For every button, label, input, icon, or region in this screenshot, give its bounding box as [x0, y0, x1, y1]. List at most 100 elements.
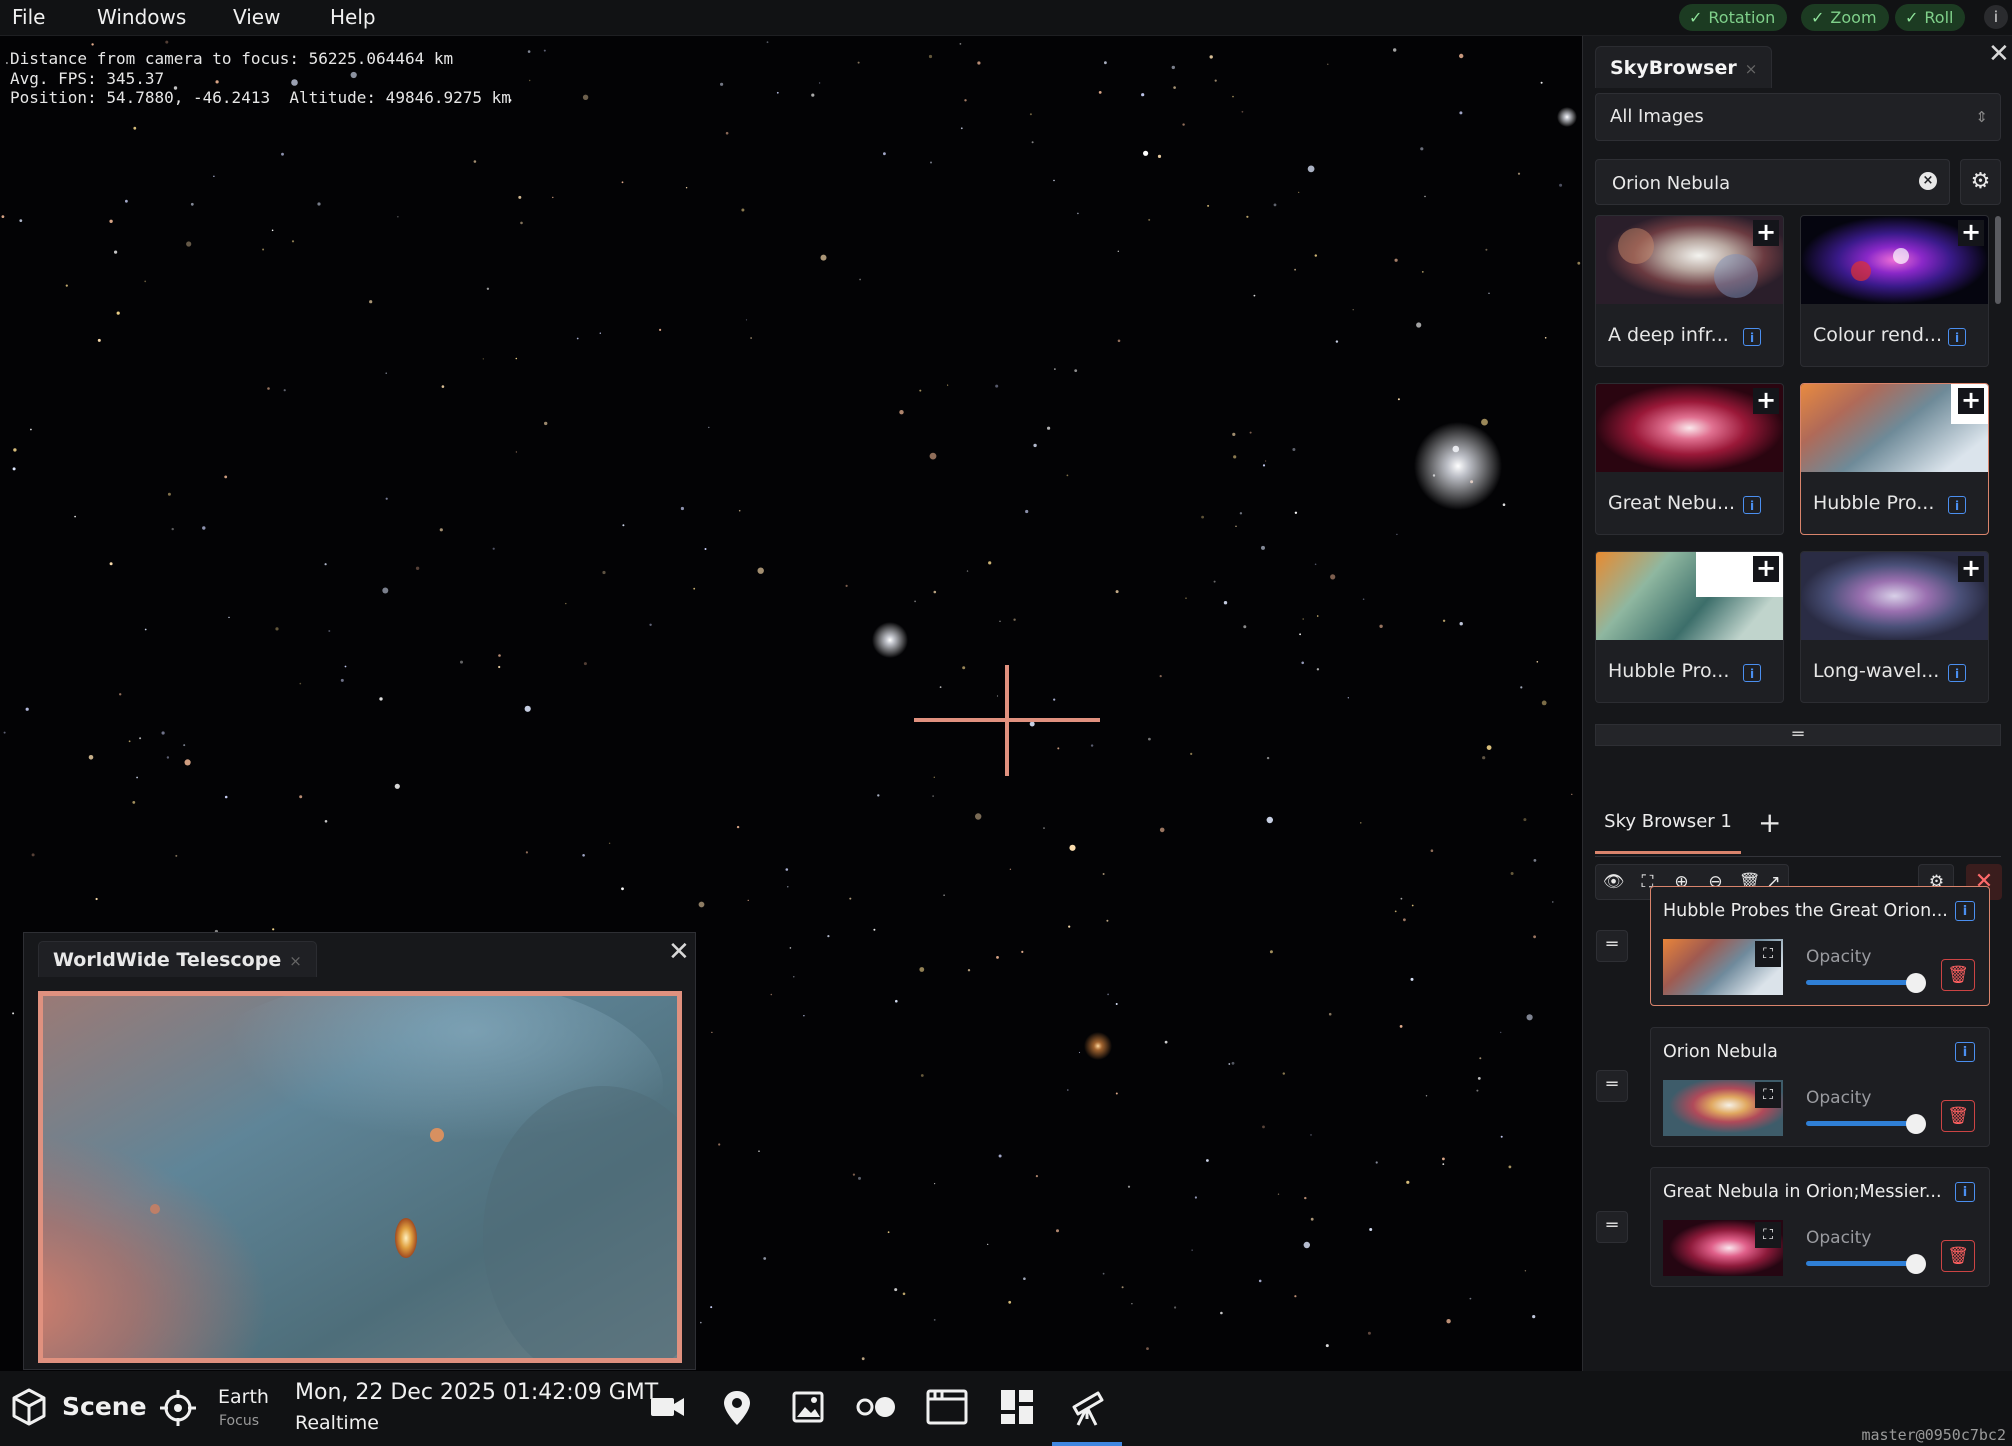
- selected-image-card[interactable]: Great Nebula in Orion;Messier... i ⛶ Opa…: [1650, 1167, 1990, 1287]
- date-time[interactable]: Mon, 22 Dec 2025 01:42:09 GMT: [295, 1380, 658, 1405]
- star: [1117, 250, 1120, 252]
- info-icon[interactable]: i: [1948, 664, 1966, 682]
- camera-icon[interactable]: [650, 1393, 686, 1421]
- info-icon[interactable]: i: [1948, 328, 1966, 346]
- star: [161, 731, 165, 735]
- trash-icon[interactable]: 🗑: [1941, 1240, 1975, 1272]
- drag-handle-icon[interactable]: ═: [1596, 1211, 1628, 1243]
- close-panel-icon[interactable]: ✕: [1988, 41, 2010, 67]
- star: [1302, 618, 1304, 620]
- cube-icon[interactable]: [12, 1388, 46, 1426]
- trash-icon[interactable]: 🗑: [1941, 1100, 1975, 1132]
- star: [328, 630, 331, 632]
- focus-target-icon[interactable]: ⛶: [1755, 1222, 1781, 1248]
- image-card[interactable]: + Great Nebu... i: [1595, 383, 1784, 535]
- opacity-slider-handle[interactable]: [1906, 1114, 1926, 1134]
- time-mode[interactable]: Realtime: [295, 1412, 379, 1434]
- info-icon[interactable]: i: [1955, 1042, 1975, 1062]
- focus-name[interactable]: Earth: [218, 1386, 269, 1408]
- image-collection-select[interactable]: All Images ⇕: [1595, 93, 2001, 141]
- panel-splitter-handle[interactable]: ═: [1595, 724, 2001, 746]
- crosshair-focus-icon[interactable]: [158, 1388, 198, 1428]
- close-tab-icon[interactable]: ×: [289, 952, 302, 970]
- star: [1294, 511, 1298, 514]
- star: [1090, 744, 1094, 747]
- wwt-tab[interactable]: WorldWide Telescope ×: [38, 941, 317, 977]
- tab-sky-browser-1[interactable]: Sky Browser 1: [1595, 796, 1741, 854]
- menu-windows[interactable]: Windows: [97, 5, 186, 29]
- image-card[interactable]: + Long-wavel... i: [1800, 551, 1989, 703]
- clear-search-icon[interactable]: ×: [1919, 172, 1937, 190]
- add-image-button[interactable]: +: [1958, 556, 1984, 582]
- star: [1261, 545, 1265, 550]
- skybrowser-tab[interactable]: SkyBrowser ×: [1595, 46, 1773, 88]
- close-tab-icon[interactable]: ×: [1745, 60, 1758, 78]
- scene-label[interactable]: Scene: [62, 1392, 147, 1421]
- info-icon[interactable]: i: [1948, 496, 1966, 514]
- menu-file[interactable]: File: [12, 5, 45, 29]
- opacity-slider[interactable]: [1806, 980, 1916, 985]
- add-image-button[interactable]: +: [1753, 556, 1779, 582]
- target-crosshair-vertical[interactable]: [1005, 665, 1009, 776]
- trash-icon[interactable]: 🗑: [1941, 959, 1975, 991]
- roll-toggle[interactable]: ✓ Roll: [1895, 4, 1966, 31]
- dashboard-icon[interactable]: [1000, 1389, 1034, 1425]
- star: [1269, 950, 1273, 954]
- star: [1029, 113, 1032, 116]
- selected-image-card[interactable]: Orion Nebula i ⛶ Opacity 🗑: [1650, 1027, 1990, 1147]
- star: [811, 93, 815, 97]
- toggle-dots-icon[interactable]: [856, 1395, 896, 1419]
- wwt-image-view[interactable]: [38, 991, 682, 1363]
- star: [1068, 925, 1071, 928]
- zoom-toggle[interactable]: ✓ Zoom: [1801, 4, 1889, 31]
- star: [785, 868, 789, 871]
- info-icon[interactable]: i: [1955, 901, 1975, 921]
- skybrowser-toggle-button[interactable]: [1052, 1371, 1122, 1446]
- opacity-slider-handle[interactable]: [1906, 1254, 1926, 1274]
- selected-image-card[interactable]: Hubble Probes the Great Orion... i ⛶ Opa…: [1650, 886, 1990, 1006]
- location-pin-icon[interactable]: [722, 1389, 752, 1427]
- star: [1207, 204, 1210, 207]
- info-icon[interactable]: i: [1743, 496, 1761, 514]
- star: [1379, 624, 1383, 628]
- image-card[interactable]: + Hubble Pro... i: [1595, 551, 1784, 703]
- star: [1442, 619, 1446, 622]
- add-image-button[interactable]: +: [1753, 388, 1779, 414]
- star: [1206, 1159, 1209, 1162]
- add-image-button[interactable]: +: [1958, 220, 1984, 246]
- star: [1066, 474, 1069, 477]
- close-window-icon[interactable]: ✕: [668, 939, 690, 965]
- eye-icon[interactable]: 👁: [1596, 865, 1631, 899]
- opacity-slider[interactable]: [1806, 1261, 1916, 1266]
- rotation-toggle[interactable]: ✓ Rotation: [1679, 4, 1788, 31]
- menu-view[interactable]: View: [233, 5, 280, 29]
- star: [659, 328, 662, 331]
- image-card[interactable]: + Colour rend... i: [1800, 215, 1989, 367]
- image-title: A deep infr...: [1608, 324, 1729, 346]
- search-field[interactable]: ×: [1595, 159, 1950, 206]
- menu-help[interactable]: Help: [330, 5, 376, 29]
- add-image-button[interactable]: +: [1753, 220, 1779, 246]
- focus-target-icon[interactable]: ⛶: [1755, 941, 1781, 967]
- info-icon[interactable]: i: [1743, 328, 1761, 346]
- drag-handle-icon[interactable]: ═: [1596, 1070, 1628, 1102]
- add-browser-button[interactable]: +: [1758, 806, 1781, 839]
- image-card[interactable]: + A deep infr... i: [1595, 215, 1784, 367]
- search-settings-button[interactable]: ⚙: [1960, 159, 2001, 205]
- add-image-button[interactable]: +: [1958, 388, 1984, 414]
- focus-target-icon[interactable]: ⛶: [1755, 1082, 1781, 1108]
- drag-handle-icon[interactable]: ═: [1596, 930, 1628, 962]
- opacity-slider[interactable]: [1806, 1121, 1916, 1126]
- image-card-selected[interactable]: + Hubble Pro... i: [1800, 383, 1989, 535]
- info-icon[interactable]: i: [1743, 664, 1761, 682]
- image-grid-scrollbar[interactable]: [1995, 216, 2001, 304]
- opacity-slider-handle[interactable]: [1906, 973, 1926, 993]
- info-icon[interactable]: i: [1984, 5, 2008, 29]
- wwt-nebula-image: [43, 996, 677, 1358]
- image-title: Long-wavel...: [1813, 660, 1940, 682]
- search-input[interactable]: [1610, 160, 1914, 206]
- star: [439, 528, 443, 532]
- window-icon[interactable]: [926, 1389, 968, 1425]
- image-icon[interactable]: [792, 1391, 824, 1423]
- info-icon[interactable]: i: [1955, 1182, 1975, 1202]
